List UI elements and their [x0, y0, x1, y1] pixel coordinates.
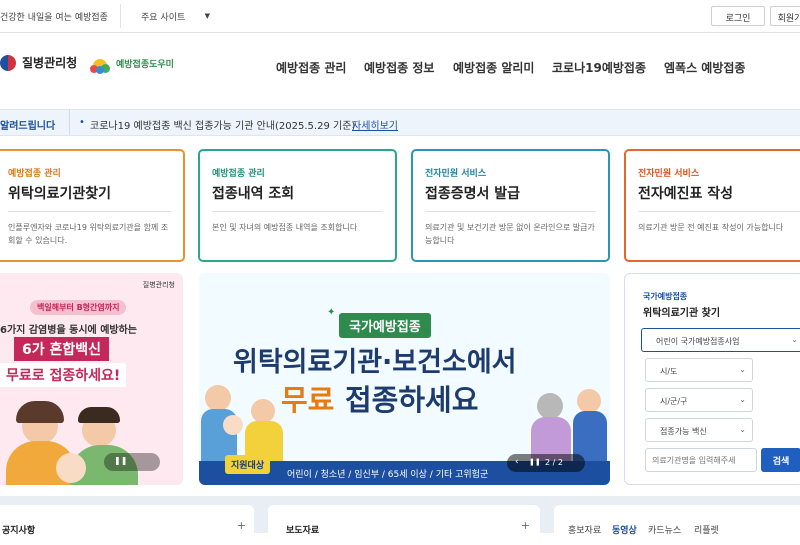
- caret-down-icon: ▼: [204, 12, 210, 20]
- banner-tag: 국가예방접종: [339, 313, 431, 338]
- banner-line1: 백일해부터 B형간염까지: [30, 300, 127, 315]
- divider: [425, 211, 596, 212]
- divider: [8, 211, 171, 212]
- program-select[interactable]: 어린이 국가예방접종사업 ⌄: [641, 328, 800, 352]
- banner-national-vaccination[interactable]: 국가예방접종 ✦ 위탁의료기관·보건소에서 무료 접종하세요 지원대상 어린이 …: [199, 273, 610, 485]
- notice-bar: 알려드립니다 • 코로나19 예방접종 백신 접종가능 기관 안내(2025.5…: [0, 109, 800, 136]
- header: 질병관리청 예방접종도우미 예방접종 관리 예방접종 정보 예방접종 알리미 코…: [0, 34, 800, 102]
- promo-tab-video[interactable]: 동영상: [612, 523, 637, 536]
- banner2-controls: ‹ ❚❚ 2 / 2: [507, 454, 585, 472]
- banner1-pause-control[interactable]: ❚❚: [104, 453, 160, 471]
- chevron-down-icon: ⌄: [739, 395, 746, 404]
- pause-icon[interactable]: ❚❚: [114, 456, 127, 465]
- login-button[interactable]: 로그인: [711, 6, 765, 26]
- promo-board: 홍보자료 동영상 카드뉴스 리플렛: [554, 505, 800, 545]
- nav-vaccination-info[interactable]: 예방접종 정보: [364, 59, 434, 76]
- promo-tab-leaflet[interactable]: 리플렛: [694, 523, 719, 536]
- promo-tab-cardnews[interactable]: 카드뉴스: [648, 523, 681, 536]
- bullet-icon: •: [79, 117, 85, 128]
- sparkle-icon: ✦: [327, 307, 336, 318]
- card-desc: 의료기관 및 보건기관 방문 없이 온라인으로 발급가능합니다: [425, 223, 595, 245]
- card-category: 예방접종 관리: [8, 169, 61, 179]
- pause-icon[interactable]: ❚❚: [529, 458, 541, 466]
- divider: [212, 211, 383, 212]
- card-find-clinic[interactable]: 예방접종 관리 위탁의료기관찾기 인플루엔자와 코로나19 위탁의료기관을 함께…: [0, 149, 185, 262]
- nav-mpox[interactable]: 엠폭스 예방접종: [664, 59, 745, 76]
- nav-covid19[interactable]: 코로나19예방접종: [552, 59, 646, 76]
- site-select-label: 주요 사이트: [141, 13, 186, 23]
- chevron-down-icon: ⌄: [791, 335, 798, 344]
- kdca-logo[interactable]: 질병관리청: [0, 54, 77, 71]
- banner-badge: 질병관리청: [142, 281, 175, 289]
- card-vaccination-history[interactable]: 예방접종 관리 접종내역 조회 본인 및 자녀의 예방접종 내역을 조회합니다: [198, 149, 397, 262]
- banner-line2: 6가지 감염병을 동시에 예방하는: [0, 325, 138, 336]
- nav-vaccination-management[interactable]: 예방접종 관리: [276, 59, 346, 76]
- finder-category: 국가예방접종: [643, 292, 688, 301]
- card-desc: 의료기관 방문 전 예진표 작성이 가능합니다: [638, 223, 784, 232]
- card-category: 전자민원 서비스: [425, 169, 487, 179]
- press-board-title: 보도자료: [286, 526, 320, 536]
- join-button[interactable]: 회원가: [770, 6, 800, 26]
- search-button[interactable]: 검색: [761, 448, 800, 472]
- chevron-down-icon: ⌄: [739, 365, 746, 374]
- notice-more-link[interactable]: 자세히보기: [352, 117, 398, 132]
- nav-vaccination-alert[interactable]: 예방접종 알리미: [453, 59, 534, 76]
- banner-line4: 무료로 접종하세요!: [0, 363, 127, 387]
- card-desc: 본인 및 자녀의 예방접종 내역을 조회합니다: [212, 223, 358, 232]
- card-title: 위탁의료기관찾기: [8, 186, 112, 202]
- card-category: 예방접종 관리: [212, 169, 265, 179]
- press-board: 보도자료 +: [268, 505, 540, 545]
- utility-bar: 건강한 내일을 여는 예방접종 주요 사이트 ▼ 로그인 회원가: [0, 0, 800, 33]
- notice-text[interactable]: 코로나19 예방접종 백신 접종가능 기관 안내(2025.5.29 기준): [90, 117, 355, 132]
- sigungu-select-value: 시/군/구: [660, 397, 688, 406]
- card-certificate[interactable]: 전자민원 서비스 접종증명서 발급 의료기관 및 보건기관 방문 없이 온라인으…: [411, 149, 610, 262]
- chevron-down-icon: ⌄: [739, 425, 746, 434]
- card-e-questionnaire[interactable]: 전자민원 서비스 전자예진표 작성 의료기관 방문 전 예진표 작성이 가능합니…: [624, 149, 800, 262]
- banner-hexavalent[interactable]: 질병관리청 백일해부터 B형간염까지 6가지 감염병을 동시에 예방하는 6가 …: [0, 273, 183, 485]
- helper-logo[interactable]: 예방접종도우미: [90, 54, 174, 74]
- vaccine-select[interactable]: 접종가능 백신 ⌄: [645, 418, 753, 442]
- divider: [638, 211, 800, 212]
- card-category: 전자민원 서비스: [638, 169, 700, 179]
- finder-title: 위탁의료기관 찾기: [643, 308, 721, 319]
- site-select[interactable]: 주요 사이트 ▼: [120, 4, 220, 28]
- sido-select[interactable]: 시/도 ⌄: [645, 358, 753, 382]
- prev-icon[interactable]: ‹: [515, 457, 519, 467]
- page-indicator: 2 / 2: [545, 458, 563, 467]
- card-desc: 인플루엔자와 코로나19 위탁의료기관을 함께 조회할 수 있습니다.: [8, 223, 169, 245]
- banner-headline: 위탁의료기관·보건소에서: [233, 347, 517, 378]
- banner-free: 무료: [281, 383, 335, 417]
- card-title: 전자예진표 작성: [638, 186, 734, 202]
- promo-tab-materials[interactable]: 홍보자료: [568, 523, 601, 536]
- sido-select-value: 시/도: [660, 367, 678, 376]
- notice-board-title: 공지사항: [2, 526, 36, 536]
- sigungu-select[interactable]: 시/군/구 ⌄: [645, 388, 753, 412]
- helper-logo-text: 예방접종도우미: [116, 59, 174, 70]
- banner-line3: 6가 혼합백신: [14, 337, 110, 361]
- card-title: 접종증명서 발급: [425, 186, 521, 202]
- card-title: 접종내역 조회: [212, 186, 295, 202]
- logo-text: 질병관리청: [22, 56, 78, 70]
- plus-icon[interactable]: +: [521, 519, 530, 532]
- target-label: 지원대상: [225, 455, 271, 474]
- banner-subline: 접종하세요: [345, 383, 479, 417]
- notice-label: 알려드립니다: [0, 110, 70, 135]
- notice-board: 공지사항 +: [0, 505, 254, 545]
- slogan-text: 건강한 내일을 여는 예방접종: [0, 13, 108, 23]
- vaccine-select-value: 접종가능 백신: [660, 427, 707, 436]
- emblem-icon: [0, 54, 16, 71]
- plus-icon[interactable]: +: [237, 519, 246, 532]
- clinic-name-input[interactable]: [645, 448, 757, 472]
- sun-logo-icon: [90, 54, 112, 74]
- program-select-value: 어린이 국가예방접종사업: [656, 337, 740, 346]
- clinic-finder: 국가예방접종 위탁의료기관 찾기 어린이 국가예방접종사업 ⌄ 시/도 ⌄ 시/…: [624, 273, 800, 485]
- target-list: 어린이 / 청소년 / 임신부 / 65세 이상 / 기타 고위험군: [287, 470, 489, 480]
